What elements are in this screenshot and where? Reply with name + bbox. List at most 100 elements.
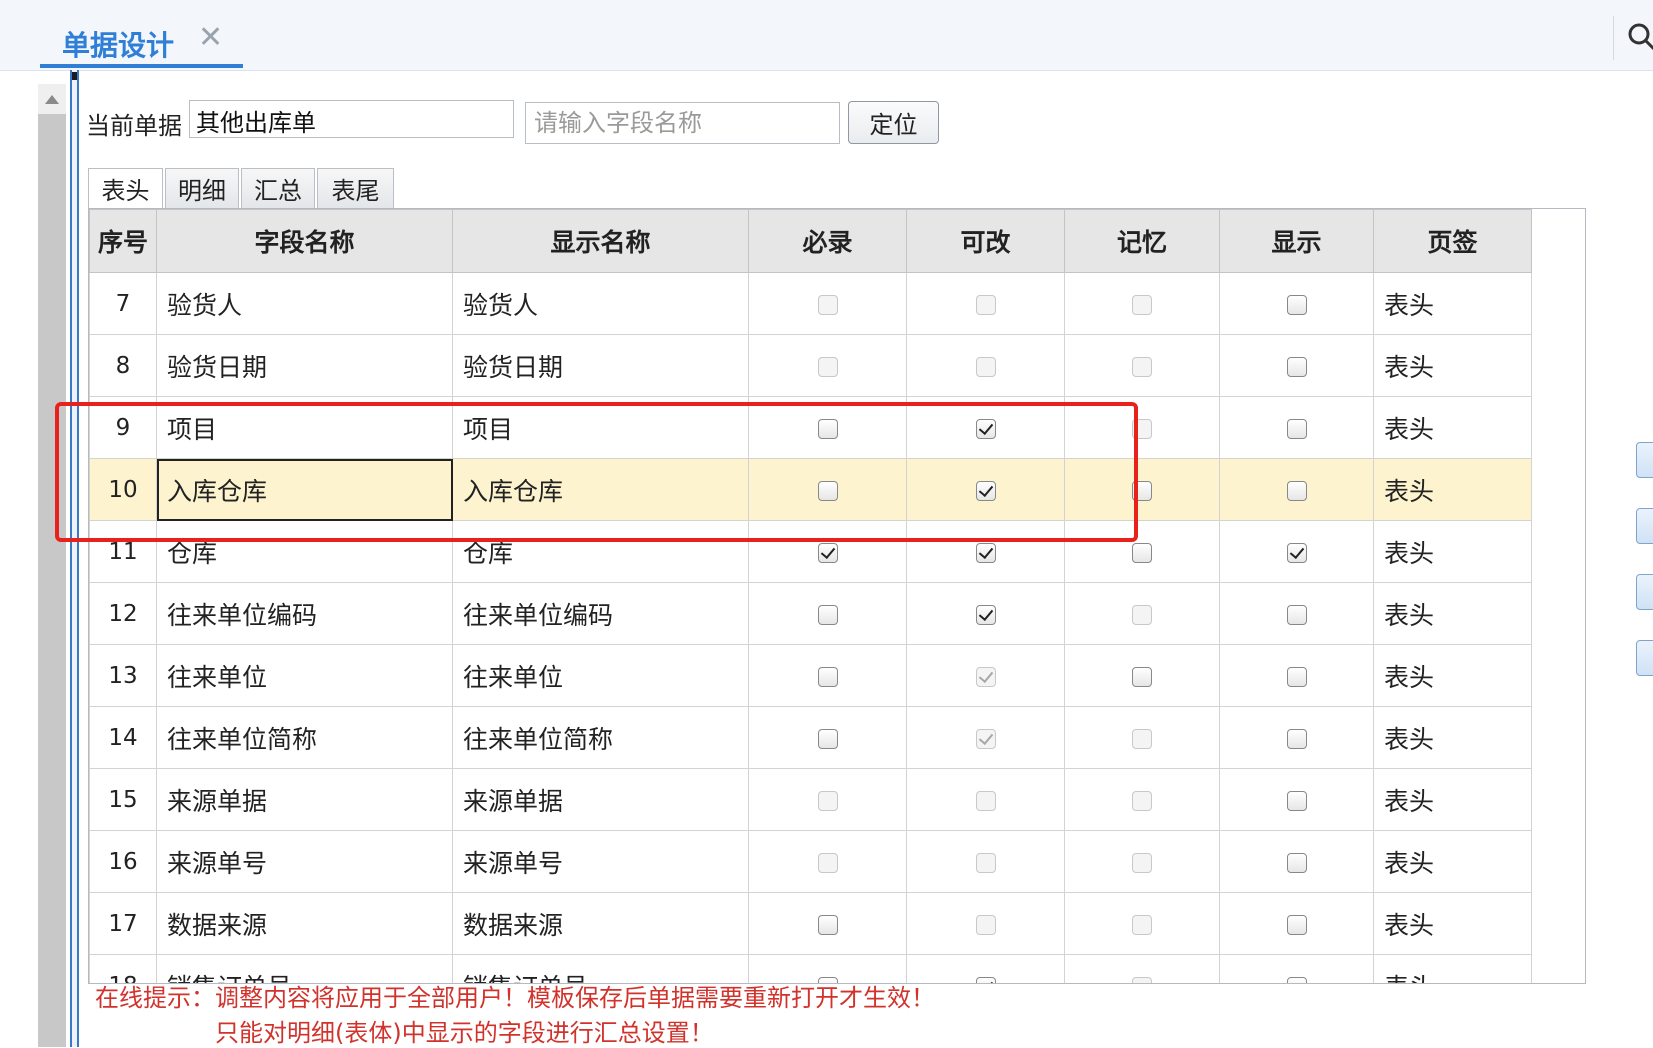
editable-checkbox[interactable] — [975, 543, 996, 563]
visible-checkbox-cell[interactable] — [1219, 582, 1374, 645]
memory-checkbox-cell[interactable] — [1064, 644, 1220, 707]
editable-checkbox[interactable] — [975, 605, 996, 625]
page-cell[interactable]: 表头 — [1373, 706, 1532, 769]
visible-checkbox-cell[interactable] — [1219, 954, 1374, 983]
page-cell[interactable]: 表头 — [1373, 954, 1532, 983]
required-checkbox-cell[interactable] — [748, 644, 907, 707]
row-index[interactable]: 12 — [89, 582, 157, 645]
required-checkbox-cell[interactable] — [748, 892, 907, 955]
field-name-cell[interactable]: 来源单号 — [156, 830, 453, 893]
table-row[interactable]: 8 验货日期 验货日期 表头 — [89, 334, 1532, 397]
page-cell[interactable]: 表头 — [1373, 334, 1532, 397]
memory-checkbox[interactable] — [1132, 667, 1152, 687]
page-cell[interactable]: 表头 — [1373, 582, 1532, 645]
visible-checkbox-cell[interactable] — [1219, 520, 1374, 583]
col-required[interactable]: 必录 — [748, 209, 907, 273]
col-visible[interactable]: 显示 — [1219, 209, 1374, 273]
tab-document-design[interactable]: 单据设计 ✕ — [40, 18, 243, 68]
tab-detail[interactable]: 明细 — [165, 168, 239, 208]
tab-footer[interactable]: 表尾 — [317, 168, 394, 208]
row-index[interactable]: 8 — [89, 334, 157, 397]
display-name-cell[interactable]: 往来单位编码 — [452, 582, 749, 645]
field-name-cell[interactable]: 入库仓库 — [156, 458, 453, 521]
table-row[interactable]: 17 数据来源 数据来源 表头 — [89, 892, 1532, 955]
visible-checkbox-cell[interactable] — [1219, 706, 1374, 769]
visible-checkbox[interactable] — [1286, 605, 1307, 625]
visible-checkbox[interactable] — [1286, 853, 1307, 873]
memory-checkbox-cell[interactable] — [1064, 334, 1220, 397]
display-name-cell[interactable]: 来源单据 — [452, 768, 749, 831]
current-doc-field[interactable]: 其他出库单 — [189, 100, 514, 138]
field-name-cell[interactable]: 往来单位 — [156, 644, 453, 707]
required-checkbox-cell[interactable] — [748, 768, 907, 831]
table-row[interactable]: 7 验货人 验货人 表头 — [89, 272, 1532, 335]
row-index[interactable]: 14 — [89, 706, 157, 769]
col-display-name[interactable]: 显示名称 — [452, 209, 749, 273]
table-row[interactable]: 14 往来单位简称 往来单位简称 表头 — [89, 706, 1532, 769]
editable-checkbox-cell[interactable] — [906, 396, 1065, 459]
editable-checkbox[interactable] — [975, 419, 996, 439]
table-row[interactable]: 16 来源单号 来源单号 表头 — [89, 830, 1532, 893]
page-cell[interactable]: 表头 — [1373, 830, 1532, 893]
visible-checkbox[interactable] — [1286, 295, 1307, 315]
required-checkbox[interactable] — [817, 543, 838, 563]
page-cell[interactable]: 表头 — [1373, 458, 1532, 521]
editable-checkbox-cell[interactable] — [906, 644, 1065, 707]
search-icon[interactable] — [1627, 22, 1653, 52]
visible-checkbox-cell[interactable] — [1219, 644, 1374, 707]
memory-checkbox-cell[interactable] — [1064, 520, 1220, 583]
visible-checkbox[interactable] — [1286, 729, 1307, 749]
field-name-cell[interactable]: 数据来源 — [156, 892, 453, 955]
visible-checkbox[interactable] — [1286, 977, 1307, 983]
required-checkbox-cell[interactable] — [748, 706, 907, 769]
required-checkbox-cell[interactable] — [748, 272, 907, 335]
visible-checkbox-cell[interactable] — [1219, 768, 1374, 831]
side-action-button[interactable] — [1636, 508, 1653, 544]
page-cell[interactable]: 表头 — [1373, 644, 1532, 707]
page-cell[interactable]: 表头 — [1373, 520, 1532, 583]
page-cell[interactable]: 表头 — [1373, 892, 1532, 955]
scroll-up-arrow-icon[interactable] — [38, 84, 66, 114]
editable-checkbox-cell[interactable] — [906, 520, 1065, 583]
splitter-handle[interactable] — [70, 70, 79, 1047]
display-name-cell[interactable]: 项目 — [452, 396, 749, 459]
editable-checkbox-cell[interactable] — [906, 892, 1065, 955]
table-row[interactable]: 10 入库仓库 入库仓库 表头 — [89, 458, 1532, 521]
required-checkbox-cell[interactable] — [748, 520, 907, 583]
memory-checkbox-cell[interactable] — [1064, 706, 1220, 769]
required-checkbox-cell[interactable] — [748, 458, 907, 521]
row-index[interactable]: 11 — [89, 520, 157, 583]
editable-checkbox-cell[interactable] — [906, 768, 1065, 831]
editable-checkbox[interactable] — [975, 977, 996, 983]
visible-checkbox[interactable] — [1286, 481, 1307, 501]
memory-checkbox-cell[interactable] — [1064, 954, 1220, 983]
editable-checkbox-cell[interactable] — [906, 582, 1065, 645]
close-icon[interactable]: ✕ — [198, 22, 223, 54]
memory-checkbox-cell[interactable] — [1064, 768, 1220, 831]
display-name-cell[interactable]: 数据来源 — [452, 892, 749, 955]
visible-checkbox[interactable] — [1286, 667, 1307, 687]
side-action-button[interactable] — [1636, 640, 1653, 676]
required-checkbox[interactable] — [817, 419, 838, 439]
memory-checkbox-cell[interactable] — [1064, 458, 1220, 521]
field-name-cell[interactable]: 往来单位编码 — [156, 582, 453, 645]
table-row[interactable]: 15 来源单据 来源单据 表头 — [89, 768, 1532, 831]
table-row[interactable]: 12 往来单位编码 往来单位编码 表头 — [89, 582, 1532, 645]
visible-checkbox[interactable] — [1286, 357, 1307, 377]
visible-checkbox-cell[interactable] — [1219, 830, 1374, 893]
required-checkbox[interactable] — [817, 729, 838, 749]
editable-checkbox-cell[interactable] — [906, 272, 1065, 335]
visible-checkbox-cell[interactable] — [1219, 892, 1374, 955]
field-name-cell[interactable]: 往来单位简称 — [156, 706, 453, 769]
page-cell[interactable]: 表头 — [1373, 272, 1532, 335]
memory-checkbox[interactable] — [1132, 481, 1152, 501]
visible-checkbox-cell[interactable] — [1219, 334, 1374, 397]
table-row[interactable]: 9 项目 项目 表头 — [89, 396, 1532, 459]
field-name-cell[interactable]: 仓库 — [156, 520, 453, 583]
tab-header[interactable]: 表头 — [88, 168, 163, 208]
col-page[interactable]: 页签 — [1373, 209, 1532, 273]
editable-checkbox-cell[interactable] — [906, 458, 1065, 521]
memory-checkbox-cell[interactable] — [1064, 892, 1220, 955]
editable-checkbox-cell[interactable] — [906, 830, 1065, 893]
display-name-cell[interactable]: 仓库 — [452, 520, 749, 583]
